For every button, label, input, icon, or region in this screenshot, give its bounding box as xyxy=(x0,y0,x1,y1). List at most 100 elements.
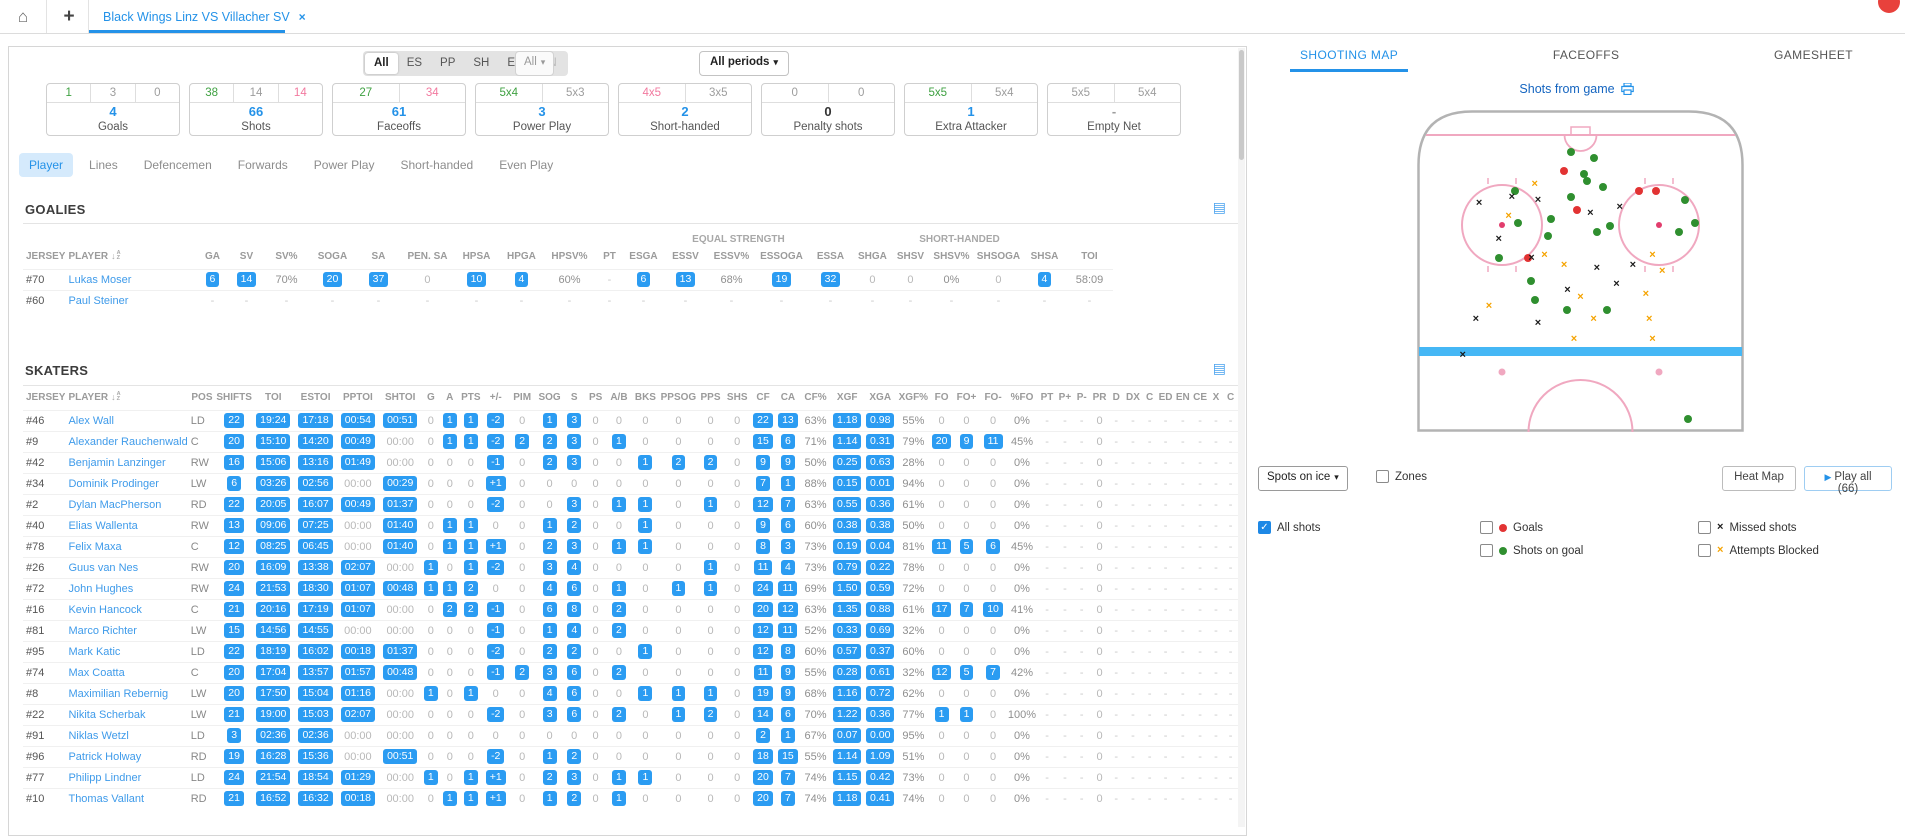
player-link[interactable]: Dominik Prodinger xyxy=(68,478,158,490)
periods-dropdown[interactable]: All periods▾ xyxy=(699,51,789,76)
shot-marker-block[interactable]: × xyxy=(1643,289,1649,299)
shot-marker-block[interactable]: × xyxy=(1486,301,1492,311)
column-header-jersey[interactable]: JERSEY xyxy=(23,245,65,269)
column-header-essv[interactable]: ESSV xyxy=(663,245,707,269)
shot-marker-miss[interactable]: × xyxy=(1587,208,1593,218)
shot-marker-miss[interactable]: × xyxy=(1473,314,1479,324)
column-header-s[interactable]: S xyxy=(564,386,585,410)
shot-marker-block[interactable]: × xyxy=(1590,314,1596,324)
shot-marker-miss[interactable]: × xyxy=(1613,279,1619,289)
shot-marker-block[interactable]: × xyxy=(1541,250,1547,260)
column-header-player[interactable]: PLAYER↓AZ xyxy=(65,386,187,410)
column-header-estoi[interactable]: ESTOI xyxy=(294,386,336,410)
view-tab-lines[interactable]: Lines xyxy=(79,153,128,177)
heat-map-button[interactable]: Heat Map xyxy=(1722,466,1796,491)
column-header-dx[interactable]: DX xyxy=(1123,386,1142,410)
column-settings-icon[interactable]: ▤ xyxy=(1213,199,1226,216)
shot-marker-sog[interactable] xyxy=(1590,154,1598,162)
filter-option-all[interactable]: All xyxy=(365,53,398,74)
column-header-sv%[interactable]: SV% xyxy=(263,245,309,269)
vertical-scrollbar[interactable] xyxy=(1238,48,1245,827)
view-tab-defencemen[interactable]: Defencemen xyxy=(134,153,222,177)
shot-marker-sog[interactable] xyxy=(1684,415,1692,423)
column-header-%fo[interactable]: %FO xyxy=(1006,386,1037,410)
column-header-a[interactable]: A xyxy=(440,386,459,410)
shot-marker-miss[interactable]: × xyxy=(1460,350,1466,360)
all-shots-checkbox[interactable]: ✓ xyxy=(1258,521,1271,534)
filter-option-pp[interactable]: PP xyxy=(431,53,464,74)
player-link[interactable]: Max Coatta xyxy=(68,667,124,679)
legend-attempts-blocked-checkbox[interactable] xyxy=(1698,544,1711,557)
column-header-ca[interactable]: CA xyxy=(775,386,800,410)
shot-marker-goal[interactable] xyxy=(1635,187,1643,195)
player-link[interactable]: Alex Wall xyxy=(68,415,113,427)
column-header-pptoi[interactable]: PPTOI xyxy=(337,386,379,410)
column-header-pt[interactable]: PT xyxy=(595,245,623,269)
column-header-esga[interactable]: ESGA xyxy=(623,245,663,269)
view-tab-forwards[interactable]: Forwards xyxy=(228,153,298,177)
column-header-bks[interactable]: BKS xyxy=(631,386,659,410)
shot-marker-miss[interactable]: × xyxy=(1496,234,1502,244)
team-filter-dropdown[interactable]: All▾ xyxy=(515,51,554,76)
column-header-shs[interactable]: SHS xyxy=(724,386,751,410)
shot-marker-block[interactable]: × xyxy=(1532,179,1538,189)
column-header-essoga[interactable]: ESSOGA xyxy=(755,245,807,269)
column-header-pr[interactable]: PR xyxy=(1090,386,1109,410)
column-header-pos[interactable]: POS xyxy=(188,386,216,410)
shot-marker-block[interactable]: × xyxy=(1505,211,1511,221)
column-header-ga[interactable]: GA xyxy=(195,245,229,269)
spots-on-ice-select[interactable]: Spots on ice▾ xyxy=(1258,466,1348,491)
column-header-xgf%[interactable]: XGF% xyxy=(897,386,930,410)
column-header-c[interactable]: C xyxy=(1142,386,1156,410)
shot-marker-sog[interactable] xyxy=(1567,148,1575,156)
column-header-p-[interactable]: P- xyxy=(1073,386,1090,410)
column-header-pim[interactable]: PIM xyxy=(509,386,535,410)
shot-marker-block[interactable]: × xyxy=(1659,266,1665,276)
column-header-cf[interactable]: CF xyxy=(751,386,776,410)
shot-marker-sog[interactable] xyxy=(1691,219,1699,227)
play-all-button[interactable]: ▶Play all (66) xyxy=(1804,466,1892,491)
player-link[interactable]: John Hughes xyxy=(68,583,133,595)
home-icon[interactable]: ⌂ xyxy=(12,7,34,27)
shot-marker-miss[interactable]: × xyxy=(1535,195,1541,205)
zones-checkbox[interactable] xyxy=(1376,470,1389,483)
column-header-shsv[interactable]: SHSV xyxy=(891,245,929,269)
column-header-sa[interactable]: SA xyxy=(355,245,401,269)
shot-marker-sog[interactable] xyxy=(1681,196,1689,204)
new-tab-button[interactable]: + xyxy=(58,5,80,29)
column-header-en[interactable]: EN xyxy=(1174,386,1191,410)
shot-marker-sog[interactable] xyxy=(1544,232,1552,240)
shot-marker-block[interactable]: × xyxy=(1571,334,1577,344)
view-tab-short-handed[interactable]: Short-handed xyxy=(390,153,483,177)
player-link[interactable]: Lukas Moser xyxy=(68,274,131,286)
tab-gamesheet[interactable]: GAMESHEET xyxy=(1770,42,1857,72)
scrollbar-thumb[interactable] xyxy=(1239,50,1244,160)
shot-marker-miss[interactable]: × xyxy=(1509,192,1515,202)
column-header-soga[interactable]: SOGA xyxy=(309,245,355,269)
column-header-shsoga[interactable]: SHSOGA xyxy=(973,245,1023,269)
shot-marker-goal[interactable] xyxy=(1573,206,1581,214)
column-header-sv[interactable]: SV xyxy=(229,245,263,269)
player-link[interactable]: Mark Katic xyxy=(68,646,120,658)
shot-marker-sog[interactable] xyxy=(1495,254,1503,262)
column-header-xga[interactable]: XGA xyxy=(864,386,897,410)
column-header-g[interactable]: G xyxy=(421,386,440,410)
shot-marker-sog[interactable] xyxy=(1583,177,1591,185)
shot-marker-miss[interactable]: × xyxy=(1630,260,1636,270)
shot-marker-goal[interactable] xyxy=(1652,187,1660,195)
shot-marker-sog[interactable] xyxy=(1603,306,1611,314)
player-link[interactable]: Paul Steiner xyxy=(68,295,128,307)
shot-marker-sog[interactable] xyxy=(1675,228,1683,236)
column-header-ed[interactable]: ED xyxy=(1157,386,1174,410)
player-link[interactable]: Patrick Holway xyxy=(68,751,141,763)
shot-marker-block[interactable]: × xyxy=(1577,292,1583,302)
column-header-hpsv%[interactable]: HPSV% xyxy=(543,245,595,269)
player-link[interactable]: Thomas Vallant xyxy=(68,793,144,805)
shot-marker-sog[interactable] xyxy=(1547,215,1555,223)
player-link[interactable]: Alexander Rauchenwald xyxy=(68,436,187,448)
shot-marker-sog[interactable] xyxy=(1599,183,1607,191)
column-header-pensa[interactable]: PEN. SA xyxy=(401,245,453,269)
print-icon[interactable] xyxy=(1621,83,1634,98)
player-link[interactable]: Nikita Scherbak xyxy=(68,709,145,721)
column-header-ppsog[interactable]: PPSOG xyxy=(660,386,698,410)
